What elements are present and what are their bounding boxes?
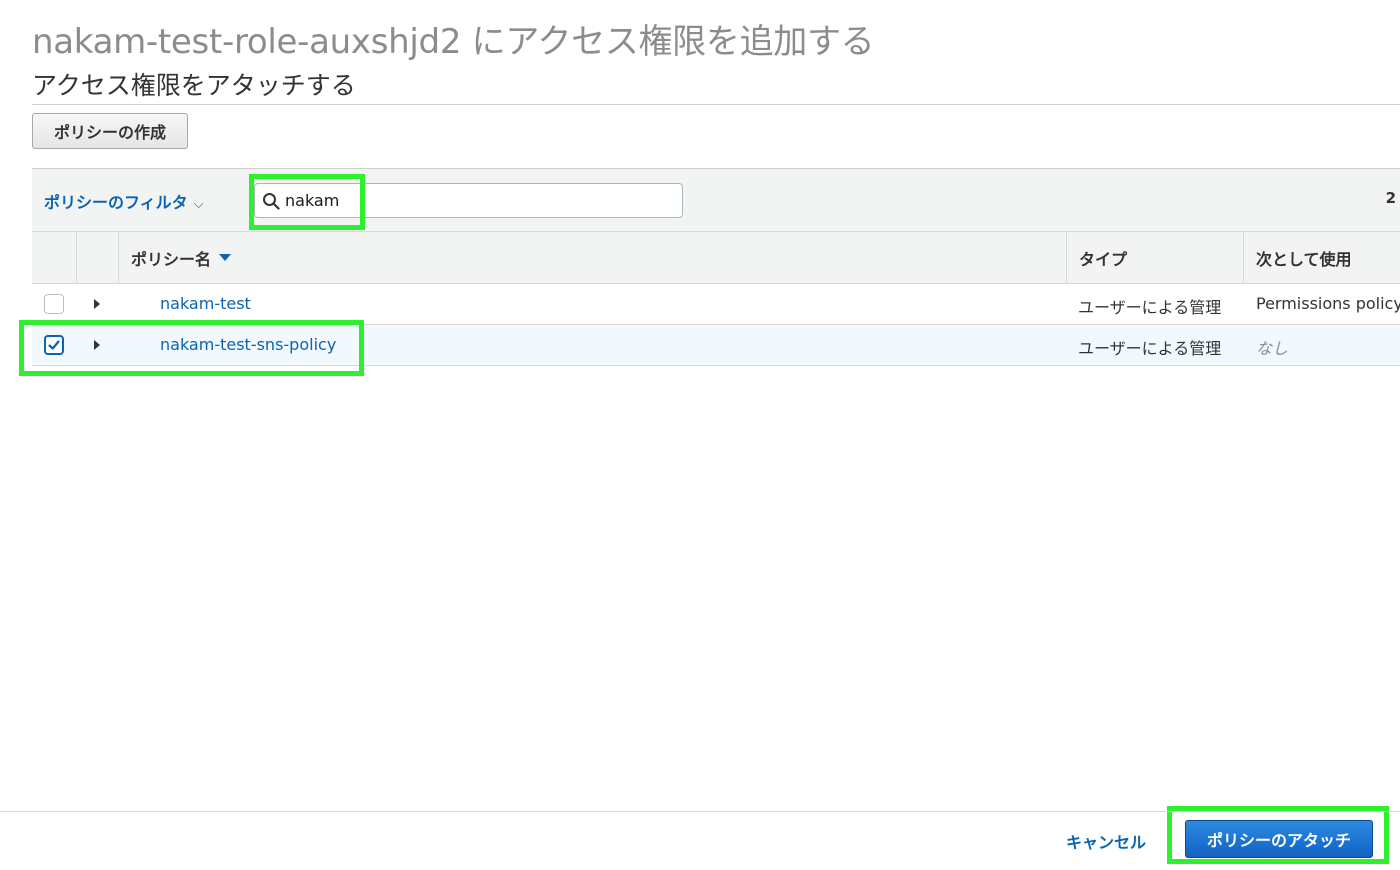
- policy-type: ユーザーによる管理: [1078, 298, 1222, 317]
- attach-policy-page: nakam-test-role-auxshjd2 にアクセス権限を追加する アク…: [0, 0, 1400, 870]
- search-box[interactable]: [254, 183, 683, 218]
- column-header-policy-name-label: ポリシー名: [131, 249, 212, 269]
- attach-policy-button[interactable]: ポリシーのアタッチ: [1185, 820, 1373, 858]
- filter-bar: ポリシーのフィルタ ⌵ 2: [32, 169, 1400, 232]
- header-select-cell: [32, 232, 76, 283]
- page-title: nakam-test-role-auxshjd2 にアクセス権限を追加する: [32, 22, 875, 62]
- policy-name-link[interactable]: nakam-test-sns-policy: [160, 335, 336, 354]
- cancel-link[interactable]: キャンセル: [1066, 829, 1146, 853]
- chevron-down-icon: ⌵: [193, 197, 204, 212]
- divider: [32, 104, 1400, 105]
- policy-type: ユーザーによる管理: [1078, 339, 1222, 358]
- result-count: 2: [1385, 189, 1396, 207]
- create-policy-button[interactable]: ポリシーの作成: [32, 113, 188, 149]
- row-checkbox[interactable]: [44, 294, 64, 314]
- expand-row-icon[interactable]: [94, 340, 100, 350]
- expand-row-icon[interactable]: [94, 299, 100, 309]
- column-header-policy-name[interactable]: ポリシー名: [118, 232, 1066, 283]
- table-header: ポリシー名 タイプ 次として使用: [32, 232, 1400, 284]
- table-row: nakam-test ユーザーによる管理 Permissions policy: [32, 284, 1400, 325]
- policy-usage: なし: [1256, 339, 1289, 358]
- sort-descending-icon: [219, 254, 232, 261]
- search-icon: [263, 193, 280, 210]
- section-title: アクセス権限をアタッチする: [32, 71, 356, 100]
- column-header-usage: 次として使用: [1243, 232, 1400, 283]
- footer-divider: [0, 811, 1400, 812]
- header-expand-cell: [76, 232, 118, 283]
- search-input[interactable]: [285, 184, 665, 217]
- column-header-type-label: タイプ: [1079, 249, 1128, 269]
- column-header-usage-label: 次として使用: [1256, 249, 1352, 269]
- table-row: nakam-test-sns-policy ユーザーによる管理 なし: [32, 325, 1400, 366]
- policy-name-link[interactable]: nakam-test: [160, 294, 251, 313]
- policy-table: ポリシーのフィルタ ⌵ 2 ポリシー名 タイプ 次として使用: [32, 168, 1400, 366]
- policy-usage: Permissions policy: [1256, 294, 1400, 313]
- row-checkbox[interactable]: [44, 335, 64, 355]
- column-header-type: タイプ: [1066, 232, 1243, 283]
- policy-filter-label: ポリシーのフィルタ: [44, 193, 188, 212]
- policy-filter-dropdown[interactable]: ポリシーのフィルタ ⌵: [44, 189, 204, 213]
- checkmark-icon: [48, 340, 60, 350]
